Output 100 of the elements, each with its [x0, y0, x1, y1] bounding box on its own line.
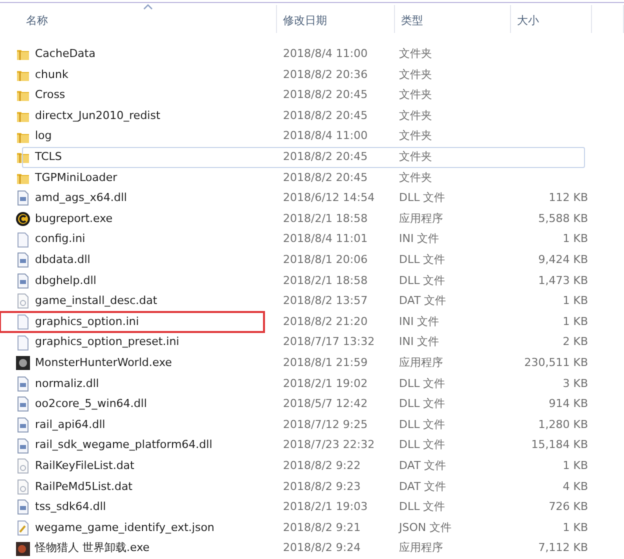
type-cell-text: 应用程序: [399, 540, 444, 556]
document-icon: [15, 334, 31, 351]
file-name: log: [35, 128, 52, 144]
file-name: graphics_option.ini: [35, 314, 139, 330]
file-name: TGPMiniLoader: [35, 170, 118, 186]
file-name: graphics_option_preset.ini: [35, 334, 180, 350]
type-cell-text: 文件夹: [399, 108, 433, 124]
date-cell-text: 2018/8/2 13:57: [283, 293, 369, 310]
column-header[interactable]: 名称: [0, 5, 277, 33]
date-cell-text: 2018/8/2 9:21: [283, 520, 362, 536]
type-cell-text: 应用程序: [399, 210, 444, 227]
date-cell-text: 2018/2/1 19:03: [283, 499, 369, 516]
type-cell-text: DLL 文件: [399, 396, 446, 412]
size-cell-text: 230,511 KB: [523, 354, 588, 371]
file-name: RailKeyFileList.dat: [35, 458, 134, 474]
date-cell-text: 2018/8/2 20:45: [283, 108, 369, 124]
app-icon: [15, 211, 31, 228]
type-cell-text: DLL 文件: [399, 499, 446, 516]
date-cell-text: 2018/8/2 9:24: [283, 540, 362, 556]
highlight-box[interactable]: graphics_option.ini: [0, 312, 264, 332]
date-cell-text: 2018/8/2 9:22: [283, 458, 362, 474]
date-cell-text: 2018/5/7 12:42: [283, 396, 369, 412]
size-cell-text: 1 KB: [562, 520, 588, 536]
app-icon: [15, 355, 31, 372]
date-cell-text: 2018/8/4 11:00: [283, 46, 369, 62]
document-icon: [15, 458, 31, 474]
file-name: config.ini: [35, 231, 86, 248]
app-icon: [15, 540, 31, 557]
document-icon: [15, 232, 31, 248]
type-cell-text: DLL 文件: [399, 272, 446, 289]
type-cell-text: 文件夹: [399, 128, 433, 144]
file-name: 怪物猎人 世界卸载.exe: [35, 540, 150, 556]
size-cell-text: 1 KB: [562, 231, 588, 248]
size-cell-text: 1,280 KB: [537, 416, 588, 433]
column-header[interactable]: 大小: [511, 5, 592, 33]
file-name: rail_sdk_wegame_platform64.dll: [35, 437, 212, 454]
file-name: TCLS: [35, 149, 62, 166]
file-name: CacheData: [35, 46, 96, 62]
file-name: chunk: [35, 66, 68, 83]
file-name: wegame_game_identify_ext.json: [35, 520, 214, 536]
type-cell-text: DAT 文件: [399, 293, 448, 310]
date-cell-text: 2018/2/1 18:58: [283, 272, 369, 289]
column-header[interactable]: 类型: [395, 5, 511, 33]
dll-file-icon: [15, 190, 31, 206]
date-cell-text: 2018/7/12 9:25: [283, 416, 369, 433]
file-name: amd_ags_x64.dll: [35, 190, 127, 206]
date-cell-text: 2018/2/1 18:58: [283, 210, 369, 227]
type-cell-text: DLL 文件: [399, 190, 446, 206]
size-cell-text: 5,588 KB: [537, 210, 588, 227]
type-cell-text: 文件夹: [399, 149, 433, 166]
type-cell-text: DLL 文件: [399, 437, 446, 454]
type-cell-text: INI 文件: [399, 314, 440, 330]
file-name: directx_Jun2010_redist: [35, 108, 160, 124]
document-icon: [15, 520, 31, 536]
size-cell-text: 1 KB: [562, 293, 588, 310]
file-name: MonsterHunterWorld.exe: [35, 354, 172, 371]
date-cell-text: 2018/8/2 20:36: [283, 66, 369, 83]
date-cell-text: 2018/8/1 20:06: [283, 252, 369, 268]
size-cell-text: 15,184 KB: [530, 437, 588, 454]
file-name: dbghelp.dll: [35, 272, 96, 289]
document-icon: [15, 314, 31, 330]
size-cell-text: 3 KB: [562, 376, 588, 392]
dll-file-icon: [15, 396, 31, 412]
column-header[interactable]: 修改日期: [277, 5, 395, 33]
type-cell-text: 文件夹: [399, 87, 433, 104]
type-cell-text: DLL 文件: [399, 376, 446, 392]
size-cell-text: 914 KB: [548, 396, 588, 412]
file-name: normaliz.dll: [35, 376, 99, 392]
file-name: tss_sdk64.dll: [35, 499, 106, 516]
dll-file-icon: [15, 376, 31, 392]
date-cell-text: 2018/7/17 13:32: [283, 334, 376, 350]
size-cell-text: 4 KB: [562, 478, 588, 495]
size-cell-text: 7,112 KB: [537, 540, 588, 556]
date-cell-text: 2018/8/1 21:59: [283, 354, 369, 371]
dll-file-icon: [15, 416, 31, 433]
type-cell-text: DLL 文件: [399, 252, 446, 268]
size-cell-text: 2 KB: [562, 334, 588, 350]
file-name: bugreport.exe: [35, 210, 113, 227]
type-cell-text: DAT 文件: [399, 478, 448, 495]
document-icon: [15, 293, 31, 310]
type-cell-text: 文件夹: [399, 66, 433, 83]
type-cell-text: 文件夹: [399, 170, 433, 186]
file-name: game_install_desc.dat: [35, 293, 158, 310]
date-cell-text: 2018/7/23 22:32: [283, 437, 376, 454]
size-cell-text: 112 KB: [548, 190, 588, 206]
size-cell-text: 1 KB: [562, 314, 588, 330]
date-cell-text: 2018/8/2 21:20: [283, 314, 369, 330]
dll-file-icon: [15, 272, 31, 289]
document-icon: [15, 478, 31, 495]
size-cell-text: 726 KB: [548, 499, 588, 516]
type-cell-text: JSON 文件: [399, 520, 453, 536]
file-name: RailPeMd5List.dat: [35, 478, 132, 495]
date-cell-text: 2018/2/1 19:02: [283, 376, 369, 392]
dll-file-icon: [15, 252, 31, 268]
type-cell-text: 应用程序: [399, 354, 444, 371]
type-cell-text: INI 文件: [399, 231, 440, 248]
date-cell-text: 2018/6/12 14:54: [283, 190, 376, 206]
type-cell-text: DAT 文件: [399, 458, 448, 474]
dll-file-icon: [15, 499, 31, 516]
dll-file-icon: [15, 438, 31, 454]
